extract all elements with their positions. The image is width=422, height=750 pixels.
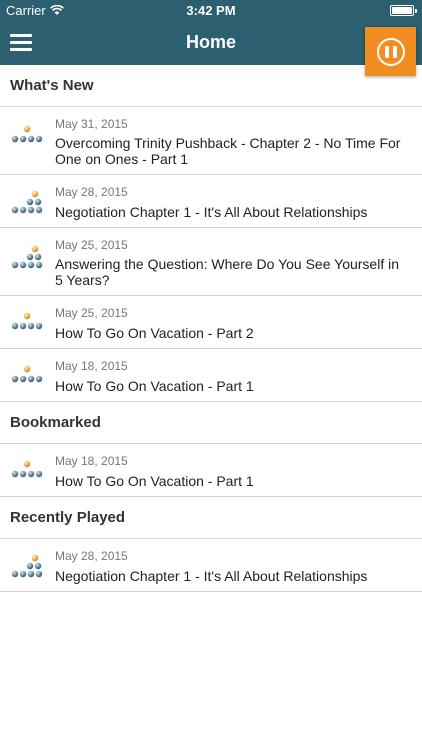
- item-date: May 18, 2015: [55, 454, 128, 468]
- item-title: How To Go On Vacation - Part 1: [55, 473, 254, 489]
- pyramid-icon: [11, 312, 43, 330]
- section-header: What's New: [0, 65, 422, 107]
- pyramid-icon: [11, 460, 43, 478]
- list-item[interactable]: May 28, 2015 Negotiation Chapter 1 - It's…: [0, 175, 422, 228]
- item-date: May 25, 2015: [55, 306, 128, 320]
- pyramid-icon: [11, 365, 43, 383]
- item-title: How To Go On Vacation - Part 1: [55, 378, 254, 394]
- item-date: May 25, 2015: [55, 238, 128, 252]
- list-item[interactable]: May 18, 2015 How To Go On Vacation - Part…: [0, 349, 422, 402]
- section-header: Bookmarked: [0, 402, 422, 444]
- status-bar: Carrier 3:42 PM: [0, 0, 422, 20]
- pyramid-icon: [11, 554, 43, 578]
- list-item[interactable]: May 18, 2015 How To Go On Vacation - Part…: [0, 444, 422, 497]
- section-header: Recently Played: [0, 497, 422, 539]
- item-date: May 28, 2015: [55, 185, 128, 199]
- item-date: May 31, 2015: [55, 117, 128, 131]
- pause-button[interactable]: [365, 27, 416, 76]
- pyramid-icon: [11, 125, 43, 143]
- item-date: May 28, 2015: [55, 549, 128, 563]
- item-date: May 18, 2015: [55, 359, 128, 373]
- list-item[interactable]: May 25, 2015 Answering the Question: Wher…: [0, 228, 422, 296]
- list-item[interactable]: May 28, 2015 Negotiation Chapter 1 - It's…: [0, 539, 422, 592]
- status-time: 3:42 PM: [186, 3, 236, 18]
- list-item[interactable]: May 31, 2015 Overcoming Trinity Pushback …: [0, 107, 422, 175]
- battery-icon: [390, 5, 417, 16]
- item-title: Answering the Question: Where Do You See…: [55, 256, 399, 288]
- item-title: Negotiation Chapter 1 - It's All About R…: [55, 568, 368, 584]
- item-title: How To Go On Vacation - Part 2: [55, 325, 254, 341]
- pyramid-icon: [11, 245, 43, 269]
- item-title: Overcoming Trinity Pushback - Chapter 2 …: [55, 135, 401, 167]
- list-item[interactable]: May 25, 2015 How To Go On Vacation - Part…: [0, 296, 422, 349]
- item-title: Negotiation Chapter 1 - It's All About R…: [55, 204, 368, 220]
- home-list: What's New May 31, 2015 Overcoming Trinity…: [0, 65, 422, 592]
- page-title: Home: [185, 32, 236, 52]
- pyramid-icon: [11, 190, 43, 214]
- navigation-bar: Home: [0, 20, 422, 65]
- pause-icon: [376, 37, 405, 66]
